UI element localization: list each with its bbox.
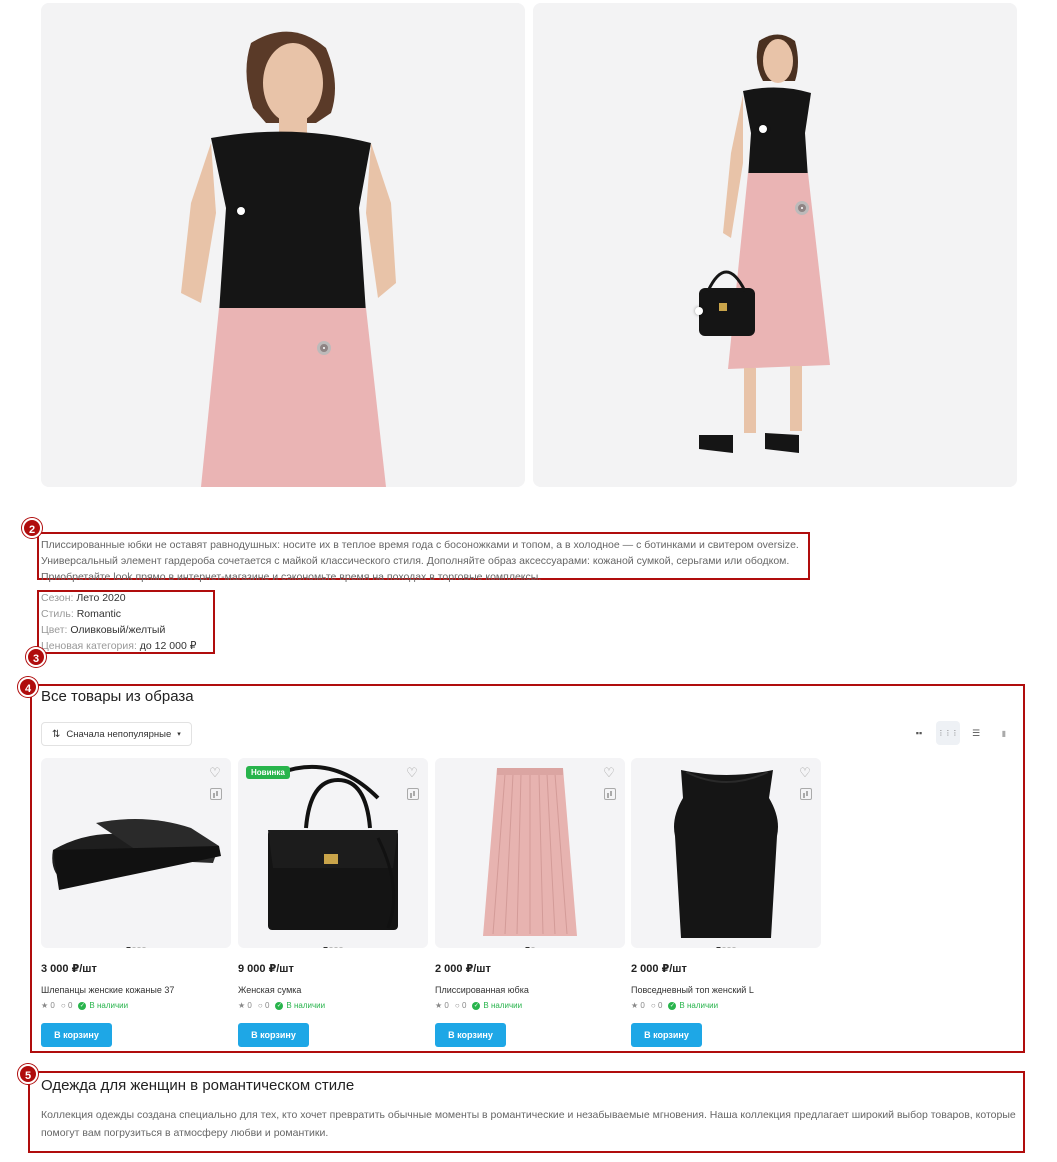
look-hotspot-bag[interactable] xyxy=(695,307,703,315)
product-price: 3 000 ₽/шт xyxy=(41,963,97,975)
image-pagination xyxy=(323,947,343,948)
compare-icon[interactable] xyxy=(604,788,616,800)
slippers-image xyxy=(52,819,221,890)
grid-small-icon: ⋮⋮⋮ xyxy=(937,730,959,737)
product-meta: ★ 0 ○ 0 ✓ В наличии xyxy=(41,1001,231,1010)
image-pagination xyxy=(126,947,146,948)
product-image[interactable]: Новинка ♡ xyxy=(238,758,428,948)
list-icon: ☰ xyxy=(971,727,981,738)
compare-icon[interactable] xyxy=(800,788,812,800)
chevron-down-icon: ▾ xyxy=(177,731,181,738)
product-name[interactable]: Женская сумка xyxy=(238,985,428,995)
model-full-illustration xyxy=(533,3,1017,487)
compare-icon[interactable] xyxy=(407,788,419,800)
product-name[interactable]: Плиссированная юбка xyxy=(435,985,625,995)
rating: ★ 0 xyxy=(238,1001,252,1010)
sort-label: Сначала непопулярные xyxy=(66,728,172,740)
product-name[interactable]: Шлепанцы женские кожаные 37 xyxy=(41,985,231,995)
add-to-cart-button[interactable]: В корзину xyxy=(238,1023,309,1047)
product-image[interactable]: ♡ xyxy=(41,758,231,948)
handbag-image xyxy=(268,764,398,930)
look-description: Плиссированные юбки не оставят равнодушн… xyxy=(41,539,799,583)
compact-list-icon: ▮ xyxy=(1001,728,1007,738)
view-compact-button[interactable]: ▮ xyxy=(992,721,1016,745)
star-icon: ★ xyxy=(41,1001,49,1010)
reviews: ○ 0 xyxy=(650,1001,663,1010)
property-style: Стиль: Romantic xyxy=(41,608,122,620)
stock-status: ✓ В наличии xyxy=(668,1001,719,1010)
look-hotspot-skirt-2[interactable] xyxy=(795,201,809,215)
star-icon: ★ xyxy=(435,1001,443,1010)
product-image[interactable]: ♡ xyxy=(631,758,821,948)
look-image-closeup xyxy=(41,3,525,487)
comment-icon: ○ xyxy=(257,1001,263,1010)
view-list-button[interactable]: ☰ xyxy=(964,721,988,745)
marker-3: 3 xyxy=(26,647,46,667)
image-pagination xyxy=(525,947,535,948)
sort-icon: ⇅ xyxy=(52,728,61,740)
star-icon: ★ xyxy=(238,1001,246,1010)
view-grid-large-button[interactable]: ▪▪ xyxy=(907,721,931,745)
stock-status: ✓ В наличии xyxy=(78,1001,129,1010)
reviews: ○ 0 xyxy=(454,1001,467,1010)
marker-4: 4 xyxy=(18,677,38,697)
check-icon: ✓ xyxy=(275,1001,284,1010)
marker-5: 5 xyxy=(18,1064,38,1084)
rating: ★ 0 xyxy=(631,1001,645,1010)
check-icon: ✓ xyxy=(78,1001,87,1010)
tank-top-image xyxy=(674,770,778,938)
check-icon: ✓ xyxy=(668,1001,677,1010)
product-price: 9 000 ₽/шт xyxy=(238,963,294,975)
product-price: 2 000 ₽/шт xyxy=(631,963,687,975)
property-color: Цвет: Оливковый/желтый xyxy=(41,624,166,636)
view-grid-small-button[interactable]: ⋮⋮⋮ xyxy=(936,721,960,745)
look-properties: Сезон: Лето 2020 Стиль: Romantic Цвет: О… xyxy=(41,590,196,654)
heart-icon[interactable]: ♡ xyxy=(208,766,222,780)
stock-status: ✓ В наличии xyxy=(472,1001,523,1010)
product-card[interactable]: Новинка ♡ 9 000 ₽/шт Женская сумка ★ 0 ○… xyxy=(238,758,428,1047)
add-to-cart-button[interactable]: В корзину xyxy=(41,1023,112,1047)
pleated-skirt-image xyxy=(483,768,577,936)
look-image-full xyxy=(533,3,1017,487)
rating: ★ 0 xyxy=(41,1001,55,1010)
comment-icon: ○ xyxy=(454,1001,460,1010)
grid-large-icon: ▪▪ xyxy=(915,728,923,738)
add-to-cart-button[interactable]: В корзину xyxy=(435,1023,506,1047)
product-name[interactable]: Повседневный топ женский L xyxy=(631,985,821,995)
collection-description: Коллекция одежды создана специально для … xyxy=(41,1109,1016,1139)
property-season: Сезон: Лето 2020 xyxy=(41,592,126,604)
reviews: ○ 0 xyxy=(257,1001,270,1010)
stock-status: ✓ В наличии xyxy=(275,1001,326,1010)
look-hotspot-skirt[interactable] xyxy=(317,341,331,355)
compare-icon[interactable] xyxy=(210,788,222,800)
image-pagination xyxy=(716,947,736,948)
collection-title: Одежда для женщин в романтическом стиле xyxy=(41,1077,355,1094)
product-image[interactable]: ♡ xyxy=(435,758,625,948)
star-icon: ★ xyxy=(631,1001,639,1010)
product-card[interactable]: ♡ 2 000 ₽/шт Плиссированная юбка ★ 0 ○ 0… xyxy=(435,758,625,1047)
property-price-category: Ценовая категория: до 12 000 ₽ xyxy=(41,640,197,652)
product-meta: ★ 0 ○ 0 ✓ В наличии xyxy=(435,1001,625,1010)
heart-icon[interactable]: ♡ xyxy=(602,766,616,780)
check-icon: ✓ xyxy=(472,1001,481,1010)
sort-dropdown[interactable]: ⇅ Сначала непопулярные ▾ xyxy=(41,722,192,746)
new-badge: Новинка xyxy=(246,766,290,779)
model-closeup-illustration xyxy=(41,3,525,487)
product-meta: ★ 0 ○ 0 ✓ В наличии xyxy=(238,1001,428,1010)
marker-2: 2 xyxy=(22,518,42,538)
product-price: 2 000 ₽/шт xyxy=(435,963,491,975)
product-card[interactable]: ♡ 3 000 ₽/шт Шлепанцы женские кожаные 37… xyxy=(41,758,231,1047)
reviews: ○ 0 xyxy=(60,1001,73,1010)
comment-icon: ○ xyxy=(60,1001,66,1010)
heart-icon[interactable]: ♡ xyxy=(405,766,419,780)
look-hotspot-top[interactable] xyxy=(237,207,245,215)
product-meta: ★ 0 ○ 0 ✓ В наличии xyxy=(631,1001,821,1010)
product-card[interactable]: ♡ 2 000 ₽/шт Повседневный топ женский L … xyxy=(631,758,821,1047)
rating: ★ 0 xyxy=(435,1001,449,1010)
comment-icon: ○ xyxy=(650,1001,656,1010)
add-to-cart-button[interactable]: В корзину xyxy=(631,1023,702,1047)
heart-icon[interactable]: ♡ xyxy=(798,766,812,780)
products-section-title: Все товары из образа xyxy=(41,688,194,705)
look-hotspot-top-2[interactable] xyxy=(759,125,767,133)
